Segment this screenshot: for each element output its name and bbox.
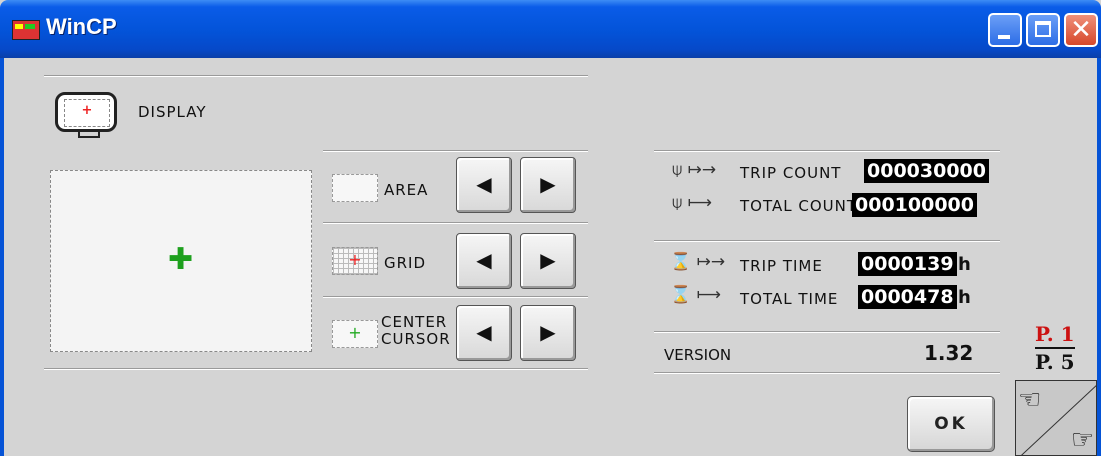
divider bbox=[654, 331, 1000, 333]
prev-page-hand-icon[interactable]: ☜ bbox=[1018, 385, 1041, 415]
grid-swatch-icon: + bbox=[332, 247, 378, 275]
page-total: P. 5 bbox=[1035, 350, 1075, 374]
total-time-label: TOTAL TIME bbox=[740, 290, 839, 308]
needle-trip-icon: ⍦ ↦→ bbox=[672, 160, 717, 180]
area-swatch-icon bbox=[332, 174, 378, 202]
close-button[interactable]: ✕ bbox=[1064, 13, 1098, 47]
divider bbox=[654, 150, 1000, 152]
page-flip-control[interactable]: ☜ ☞ bbox=[1015, 380, 1097, 456]
center-cursor-label: CENTER CURSOR bbox=[381, 313, 451, 348]
hourglass-trip-icon: ⌛ ↦→ bbox=[670, 252, 726, 272]
center-cursor-increase-button[interactable]: ▶ bbox=[520, 305, 576, 361]
right-arrow-icon: ▶ bbox=[540, 248, 556, 272]
window-title: WinCP bbox=[46, 14, 117, 39]
version-value: 1.32 bbox=[924, 341, 974, 365]
cursor-cross-icon: ✚ bbox=[168, 242, 194, 277]
center-cursor-decrease-button[interactable]: ◀ bbox=[456, 305, 512, 361]
area-increase-button[interactable]: ▶ bbox=[520, 157, 576, 213]
left-arrow-icon: ◀ bbox=[476, 320, 492, 344]
app-icon bbox=[12, 20, 40, 40]
maximize-button[interactable] bbox=[1026, 13, 1060, 47]
divider bbox=[654, 240, 1000, 242]
page-current: P. 1 bbox=[1035, 322, 1075, 349]
left-arrow-icon: ◀ bbox=[476, 172, 492, 196]
grid-decrease-button[interactable]: ◀ bbox=[456, 233, 512, 289]
hourglass-total-icon: ⌛ ⟼ bbox=[670, 285, 721, 305]
divider bbox=[654, 372, 1000, 374]
trip-count-value: 000030000 bbox=[864, 159, 989, 183]
next-page-hand-icon[interactable]: ☞ bbox=[1071, 425, 1094, 455]
display-preview: ✚ bbox=[50, 170, 312, 352]
total-count-label: TOTAL COUNT bbox=[740, 197, 857, 215]
area-decrease-button[interactable]: ◀ bbox=[456, 157, 512, 213]
total-time-value: 0000478 bbox=[858, 285, 957, 309]
grid-increase-button[interactable]: ▶ bbox=[520, 233, 576, 289]
needle-total-icon: ⍦ ⟼ bbox=[672, 193, 712, 213]
ok-button[interactable]: OK bbox=[907, 396, 995, 452]
total-time-unit: h bbox=[958, 287, 971, 308]
minimize-button[interactable] bbox=[988, 13, 1022, 47]
close-icon: ✕ bbox=[1070, 15, 1092, 45]
right-arrow-icon: ▶ bbox=[540, 172, 556, 196]
divider bbox=[323, 150, 588, 152]
divider bbox=[44, 368, 588, 370]
display-label: DISPLAY bbox=[138, 103, 207, 121]
maximize-icon bbox=[1035, 21, 1051, 37]
trip-time-unit: h bbox=[958, 254, 971, 275]
version-label: VERSION bbox=[664, 346, 732, 364]
trip-count-label: TRIP COUNT bbox=[740, 164, 842, 182]
display-icon: + bbox=[55, 92, 117, 138]
grid-label: GRID bbox=[384, 254, 427, 272]
total-count-value: 000100000 bbox=[852, 193, 977, 217]
minimize-icon bbox=[998, 35, 1010, 39]
divider bbox=[323, 222, 588, 224]
left-arrow-icon: ◀ bbox=[476, 248, 492, 272]
center-cursor-swatch-icon: + bbox=[332, 320, 378, 348]
divider bbox=[44, 75, 588, 77]
area-label: AREA bbox=[384, 181, 429, 199]
trip-time-value: 0000139 bbox=[858, 252, 957, 276]
title-bar[interactable]: WinCP ✕ bbox=[0, 0, 1101, 58]
right-arrow-icon: ▶ bbox=[540, 320, 556, 344]
divider bbox=[323, 296, 588, 298]
trip-time-label: TRIP TIME bbox=[740, 257, 823, 275]
